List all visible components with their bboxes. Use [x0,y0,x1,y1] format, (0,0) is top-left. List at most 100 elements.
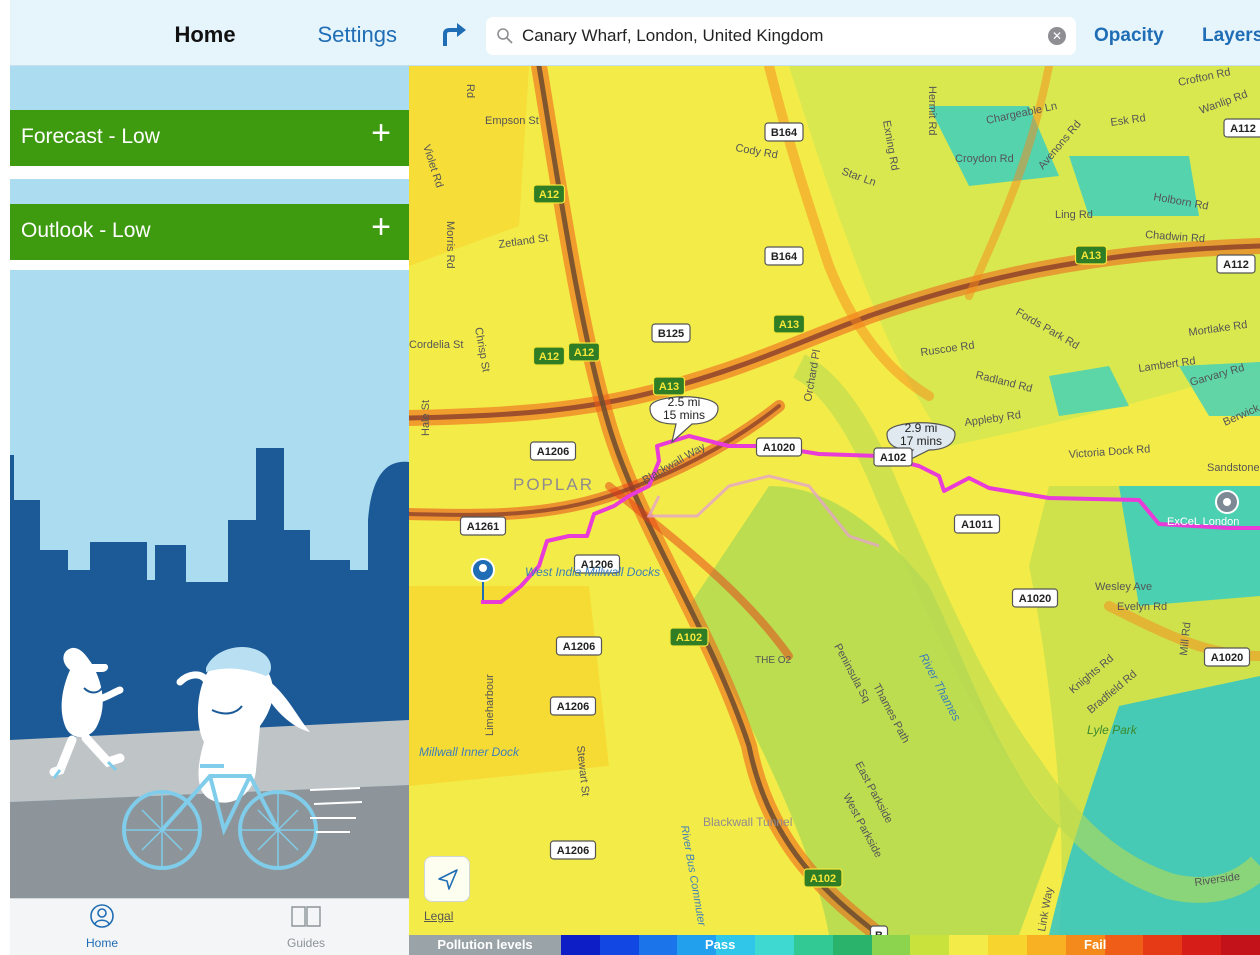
road-shield: A13 [652,376,686,396]
legend-swatch [1143,935,1183,955]
forecast-expand-icon[interactable]: + [371,116,391,150]
tab-home-label: Home [85,936,118,950]
road-shield-label: A12 [574,347,594,359]
road-shield: A1020 [1011,588,1059,608]
road-shield: B164 [764,122,804,142]
outlook-expand-icon[interactable]: + [371,210,391,244]
clear-icon[interactable]: ✕ [1048,27,1066,45]
road-shield: A102 [873,447,913,467]
legend-swatch [561,935,600,955]
street-label: Morris Rd [444,221,456,269]
home-person-icon [90,904,114,928]
search-icon [497,28,513,44]
end-pin-icon[interactable] [1215,490,1239,514]
layers-button[interactable]: Layers [1202,25,1260,47]
map-toolbar: ✕ Opacity Layers [409,0,1260,66]
outlook-row[interactable]: Outlook - Low + [10,204,409,260]
road-shield: A13 [1074,245,1108,265]
forecast-row[interactable]: Forecast - Low + [10,110,409,166]
opacity-button[interactable]: Opacity [1094,25,1164,47]
road-shield: A12 [532,184,566,204]
road-shield: B164 [764,246,804,266]
road-shield-label: A1020 [1019,593,1051,605]
tab-home[interactable]: Home [42,903,162,950]
road-shield-label: A13 [659,381,679,393]
road-shield: A1206 [555,636,603,656]
road-shield-label: A1206 [557,845,589,857]
legend-swatch [599,935,639,955]
left-header: Home Settings [10,0,409,66]
legend-swatch [949,935,989,955]
street-label: Hale St [420,400,432,436]
street-label: Evelyn Rd [1117,601,1167,613]
place-label: West India Millwall Docks [525,565,660,579]
road-shield: A1206 [549,840,597,860]
legend-swatch [793,935,833,955]
road-shield: A112 [1223,118,1260,138]
callout-time: 15 mins [663,408,705,422]
legend-pass-label: Pass [705,937,736,952]
search-input[interactable] [522,21,1042,51]
legend-title: Pollution levels [409,935,561,955]
street-label: Ling Rd [1055,209,1093,221]
map-canvas[interactable]: 2.5 mi 15 mins 2.9 mi 17 mins B164 A12 A12… [409,66,1260,935]
road-shield: A102 [669,627,709,647]
legend-fail-label: Fail [1084,937,1107,952]
place-label: POPLAR [513,475,594,494]
app-root: Home Settings Forecast - Low + Outlook -… [0,0,1260,955]
road-shield: A112 [1216,254,1256,274]
legend-swatch [1026,935,1066,955]
place-label: Millwall Inner Dock [419,745,520,759]
road-shield: A12 [567,342,601,362]
route-arrow-icon[interactable] [439,22,467,48]
road-shield-label: B164 [771,251,798,263]
road-shield-label: A1020 [763,442,795,454]
place-label: Lyle Park [1087,723,1138,737]
road-shield-label: A12 [539,189,559,201]
callout-time: 17 mins [900,434,942,448]
road-shield-label: A102 [676,632,702,644]
legend-swatch [638,935,678,955]
street-label: Wesley Ave [1095,581,1152,593]
book-icon [291,906,321,927]
callout-distance: 2.5 mi [668,395,701,409]
road-shield-label: A1020 [1211,652,1243,664]
tab-guides[interactable]: Guides [246,903,366,950]
road-shield-label: A102 [880,452,906,464]
road-shield-label: A13 [779,319,799,331]
legend-color-scale [561,935,1260,955]
road-shield-label: A1206 [537,446,569,458]
road-shield-label: A1206 [557,701,589,713]
road-shield: A12 [532,346,566,366]
location-arrow-icon [438,869,458,890]
city-illustration [10,270,409,898]
street-label: Limeharbour [484,674,496,736]
road-shield-label: A112 [1230,123,1256,135]
search-bar: ✕ [486,17,1076,55]
road-shield: A1020 [755,437,803,457]
place-label: ExCeL London [1167,516,1239,528]
road-shield-label: A102 [810,873,836,885]
outlook-label: Outlook - Low [21,219,151,242]
street-label: Empson St [485,115,539,127]
pollution-map[interactable]: 2.5 mi 15 mins 2.9 mi 17 mins B164 A12 A12… [409,66,1260,935]
road-shield: A1020 [1203,647,1251,667]
legend-swatch [1182,935,1222,955]
legend-swatch [871,935,911,955]
locate-me-button[interactable] [424,856,470,902]
left-panel: Home Settings Forecast - Low + Outlook -… [10,0,409,955]
street-label: Cordelia St [409,339,463,351]
legal-link[interactable]: Legal [424,909,453,923]
road-shield: A13 [772,314,806,334]
road-shield-label: A13 [1081,250,1101,262]
road-shield-label: A1261 [467,521,499,533]
legend-swatch [988,935,1027,955]
legend-swatch [910,935,950,955]
forecast-label: Forecast - Low [21,125,160,148]
street-label: Croydon Rd [955,153,1014,165]
settings-button[interactable]: Settings [318,22,398,48]
street-label: Sandstone [1207,462,1260,474]
divider [10,166,409,179]
road-shield-label: B164 [771,127,798,139]
road-shield-label: A1011 [961,519,993,531]
